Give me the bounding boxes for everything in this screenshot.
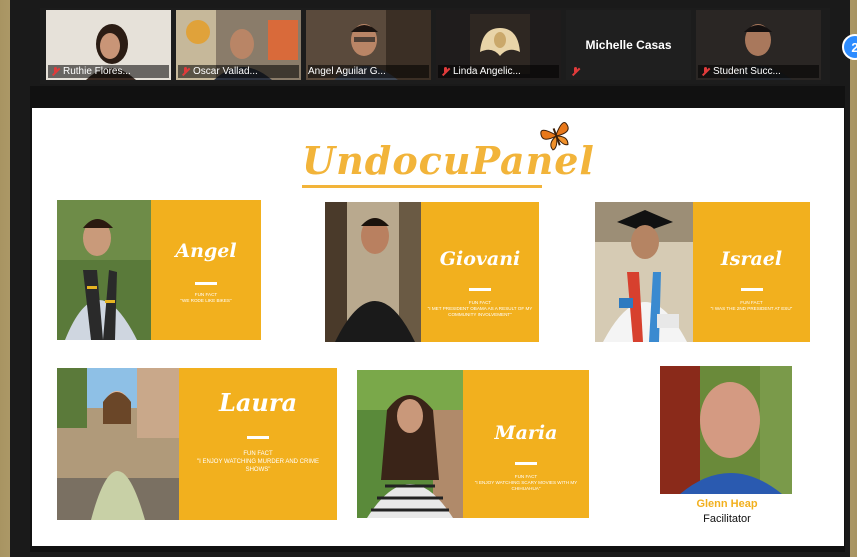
fun-fact-text: "I was the 2nd president at ESU" bbox=[710, 306, 793, 311]
panelist-photo bbox=[325, 202, 421, 342]
panelist-photo bbox=[57, 368, 179, 520]
butterfly-icon bbox=[540, 122, 569, 151]
participant-tile[interactable]: Ruthie Flores... bbox=[46, 10, 171, 80]
fun-fact-text: "I met president Obama as a result of my… bbox=[427, 306, 533, 317]
participant-name-bar: Linda Angelic... bbox=[438, 65, 559, 78]
panelist-photo bbox=[57, 200, 151, 340]
panelist-name: Israel bbox=[720, 248, 783, 270]
participant-name-bar: Student Succ... bbox=[698, 65, 819, 78]
fun-fact-label: Fun fact bbox=[243, 451, 273, 457]
participant-name-bar: Oscar Vallad... bbox=[178, 65, 299, 78]
mic-muted-icon bbox=[181, 67, 190, 76]
participant-tile-active-speaker[interactable]: Angel Aguilar G... bbox=[306, 10, 431, 80]
participant-name: Ruthie Flores... bbox=[63, 66, 131, 77]
divider bbox=[740, 288, 763, 291]
panelist-info-panel: Israel Fun fact "I was the 2nd president… bbox=[693, 202, 810, 342]
facilitator-role: Facilitator bbox=[703, 513, 751, 525]
mic-muted-icon bbox=[441, 67, 450, 76]
facilitator-photo bbox=[660, 366, 792, 494]
panelist-name: Giovani bbox=[439, 248, 521, 270]
participant-tile-video-off[interactable]: Michelle Casas bbox=[566, 10, 691, 80]
presentation-slide: UndocuPanel Angel FUN FACT "WE RODE LIKE… bbox=[32, 108, 844, 546]
participant-strip: Ruthie Flores... Oscar Vallad... Angel A… bbox=[40, 8, 830, 84]
participant-name: Angel Aguilar G... bbox=[308, 66, 386, 77]
panelist-info-panel: Angel Fun fact "We rode like Bikes" bbox=[151, 200, 261, 340]
divider bbox=[247, 436, 269, 439]
participant-name-bar: Angel Aguilar G... bbox=[308, 65, 429, 78]
participant-name: Linda Angelic... bbox=[453, 66, 521, 77]
panelist-name: Maria bbox=[494, 422, 558, 444]
panelist-info-panel: Giovani Fun fact "I met president Obama … bbox=[421, 202, 539, 342]
mic-muted-icon bbox=[51, 67, 60, 76]
fun-fact-text: "We rode like Bikes" bbox=[180, 298, 232, 303]
panelist-name: Laura bbox=[218, 388, 298, 417]
participant-tile[interactable]: Oscar Vallad... bbox=[176, 10, 301, 80]
panelist-info-panel: Laura Fun fact "I enjoy watching murder … bbox=[179, 368, 337, 520]
participant-name-bar: Ruthie Flores... bbox=[48, 65, 169, 78]
panelist-name: Angel bbox=[175, 240, 237, 262]
panelist-card: Israel Fun fact "I was the 2nd president… bbox=[595, 202, 810, 342]
panelist-photo bbox=[357, 370, 463, 518]
slide-title: UndocuPanel bbox=[302, 138, 594, 188]
participant-tile[interactable]: Linda Angelic... bbox=[436, 10, 561, 80]
mic-muted-icon bbox=[571, 67, 580, 76]
facilitator-name: Glenn Heap bbox=[696, 498, 758, 510]
divider bbox=[469, 288, 491, 291]
participant-name-bar bbox=[568, 65, 689, 78]
panelist-card: Angel Fun fact "We rode like Bikes" bbox=[57, 200, 261, 340]
zoom-meeting-window: Ruthie Flores... Oscar Vallad... Angel A… bbox=[10, 0, 857, 557]
participant-name: Student Succ... bbox=[713, 66, 781, 77]
panelist-card: Maria Fun fact "I enjoy watching scary m… bbox=[357, 370, 589, 518]
panelist-card: Giovani Fun fact "I met president Obama … bbox=[325, 202, 539, 342]
panelist-card: Laura Fun fact "I enjoy watching murder … bbox=[57, 368, 337, 520]
panelist-info-panel: Maria Fun fact "I enjoy watching scary m… bbox=[463, 370, 589, 518]
divider bbox=[195, 282, 217, 285]
fun-fact-text: "I enjoy watching scary movies with my c… bbox=[474, 480, 578, 491]
screen-share-area: UndocuPanel Angel FUN FACT "WE RODE LIKE… bbox=[30, 86, 845, 552]
panelist-photo bbox=[595, 202, 693, 342]
mic-muted-icon bbox=[701, 67, 710, 76]
participant-tile[interactable]: Student Succ... bbox=[696, 10, 821, 80]
participant-name: Oscar Vallad... bbox=[193, 66, 258, 77]
divider bbox=[515, 462, 537, 465]
fun-fact-text: "I enjoy watching murder and crime shows… bbox=[196, 459, 320, 473]
more-participants-icon[interactable]: 2 bbox=[842, 34, 857, 60]
